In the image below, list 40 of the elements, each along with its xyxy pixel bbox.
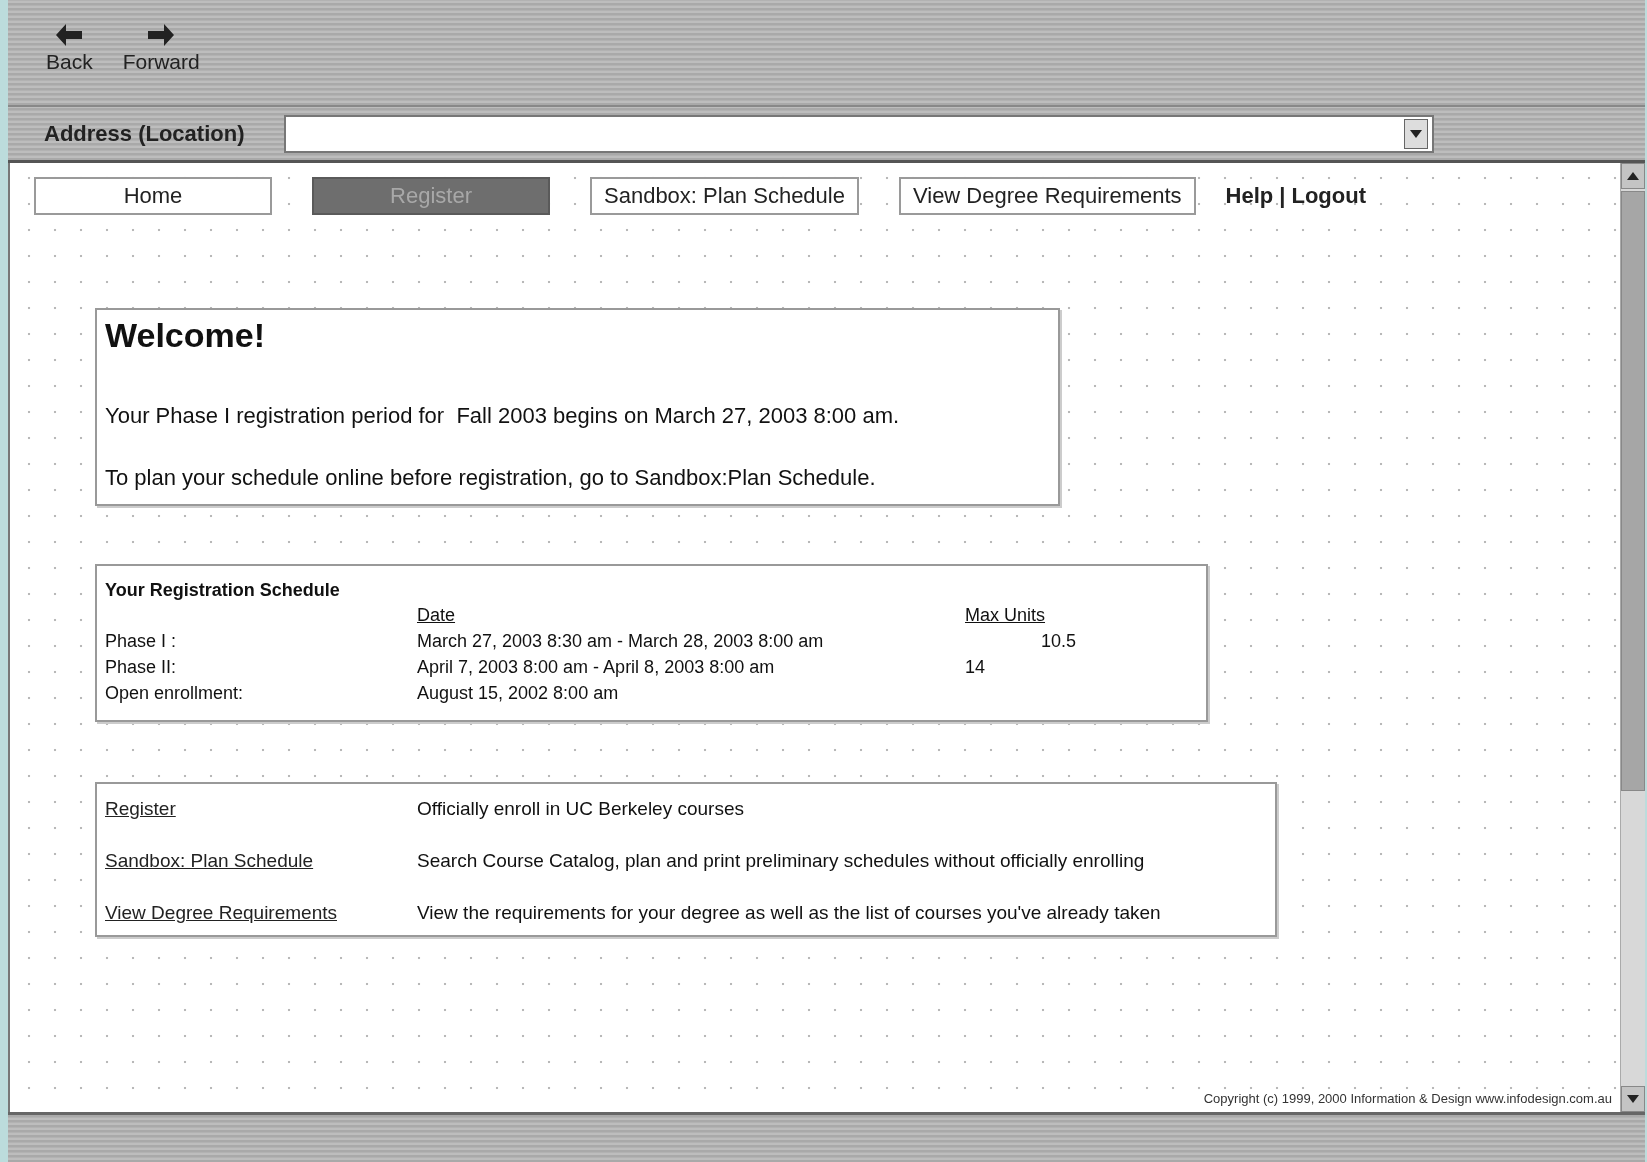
column-header: Date [417, 604, 457, 627]
link-description: Officially enroll in UC Berkeley courses [417, 797, 745, 821]
nav-tab[interactable]: View Degree Requirements [898, 177, 1196, 215]
caret-icon [1410, 129, 1422, 138]
dropdown-button[interactable] [1404, 118, 1428, 149]
left-arrow-icon [54, 22, 85, 48]
scroll-up-button[interactable] [1621, 163, 1645, 189]
copyright-text: Copyright (c) 1999, 2000 Information & Design www.infodesign.com.au [1203, 1091, 1613, 1108]
link-description: Search Course Catalog, plan and print preliminary schedules without officially enrolling [417, 849, 1146, 873]
down-triangle-icon [1627, 1095, 1639, 1103]
scroll-down-button[interactable] [1621, 1086, 1645, 1112]
help-link[interactable]: Help [1225, 183, 1274, 209]
nav-tab[interactable]: Sandbox: Plan Schedule [590, 177, 859, 215]
phase-label: Open enrollment: [105, 682, 245, 705]
date-cell-text: April 7, 2003 8:00 am - April 8, 2003 8:00 am [417, 656, 776, 679]
schedule-title: Your Registration Schedule [105, 579, 341, 602]
phase-label: Phase II: [105, 656, 178, 679]
page-link[interactable]: View Degree Requirements [105, 900, 337, 925]
units-cell-text: 14 [965, 656, 987, 679]
date-cell-text: August 15, 2002 8:00 am [417, 682, 620, 705]
date-cell-text: March 27, 2003 8:30 am - March 28, 2003 8:00 am [417, 630, 825, 653]
welcome-text: Your Phase I registration period for Fall 2003 begins on March 27, 2003 8:00 am. [105, 403, 901, 429]
welcome-heading: Welcome! [105, 316, 266, 355]
link-description: View the requirements for your degree as well as the list of courses you've already taken [417, 901, 1162, 925]
nav-tab[interactable]: Home [34, 177, 272, 215]
column-header: Max Units [965, 604, 1046, 627]
welcome-text: To plan your schedule online before registration, go to Sandbox:Plan Schedule. [105, 465, 877, 491]
forward-button[interactable]: Forward [122, 22, 200, 92]
back-button[interactable]: Back [46, 22, 93, 92]
right-arrow-icon [146, 22, 177, 48]
address-label: Address (Location) [44, 120, 246, 147]
phase-label: Phase I : [105, 630, 178, 653]
scrollbar-thumb[interactable] [1621, 191, 1645, 791]
up-triangle-icon [1627, 172, 1639, 180]
logout-link[interactable]: Logout [1291, 183, 1366, 209]
separator: | [1279, 183, 1286, 209]
address-field[interactable] [284, 114, 1434, 153]
page-link[interactable]: Register [105, 796, 176, 821]
units-cell-text: 10.5 [1040, 630, 1078, 653]
page-link[interactable]: Sandbox: Plan Schedule [105, 848, 314, 873]
